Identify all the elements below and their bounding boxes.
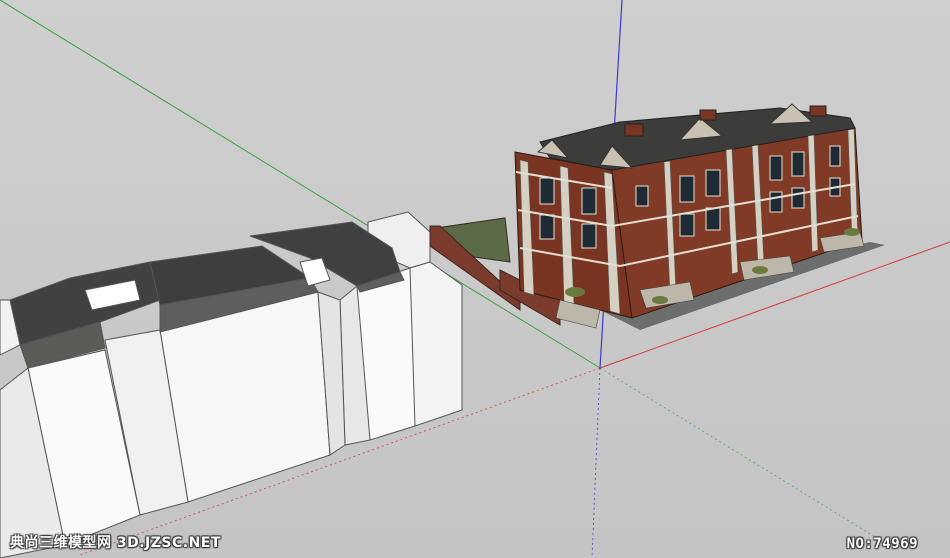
3d-scene[interactable] xyxy=(0,0,950,558)
watermark-right: NO:74969 xyxy=(846,536,918,552)
white-massing-model[interactable] xyxy=(0,211,463,558)
blue-axis-dotted xyxy=(591,367,601,558)
sketchup-viewport[interactable]: 典尚三维模型网 3D.JZSC.NET NO:74969 xyxy=(0,0,950,558)
brick-townhouse-model[interactable] xyxy=(429,103,885,330)
watermark-left: 典尚三维模型网 3D.JZSC.NET xyxy=(10,535,221,551)
green-axis-dotted xyxy=(599,367,881,541)
